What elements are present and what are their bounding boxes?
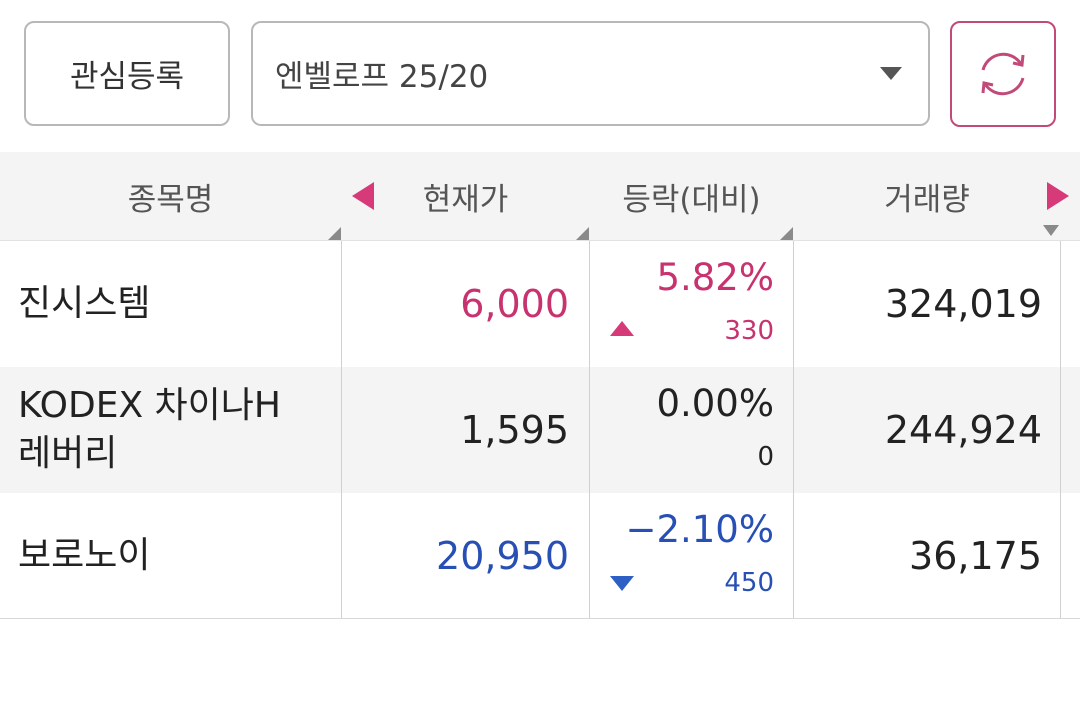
volume-text: 244,924 [884, 408, 1042, 452]
current-price: 20,950 [342, 493, 589, 619]
current-price-text: 6,000 [460, 282, 569, 326]
stock-name: 진시스템 [0, 241, 341, 367]
add-favorite-button[interactable]: 관심등록 [24, 21, 230, 126]
sort-corner-icon [328, 227, 341, 240]
table-row[interactable]: 진시스템 6,000 5.82% 330 324,019 [0, 241, 1080, 367]
volume: 244,924 [794, 367, 1060, 493]
top-toolbar: 관심등록 엔벨로프 25/20 [0, 0, 1080, 150]
header-volume-label: 거래량 [884, 181, 970, 218]
up-triangle-icon [610, 321, 634, 336]
change-cell: 5.82% 330 [590, 241, 793, 367]
volume-text: 324,019 [884, 282, 1042, 326]
volume: 36,175 [794, 493, 1060, 619]
column-divider [589, 241, 590, 618]
header-change[interactable]: 등락(대비) [590, 152, 793, 240]
current-price: 6,000 [342, 241, 589, 367]
scroll-right-arrow-icon[interactable] [1047, 182, 1069, 210]
stock-name-text-line2: 레버리 [18, 433, 118, 474]
watchlist-group-value: 엔벨로프 25/20 [275, 59, 489, 95]
change-amount: 0 [757, 442, 774, 472]
table-header: 종목명 현재가 등락(대비) 거래량 [0, 152, 1080, 241]
change-percent: 5.82% [656, 256, 774, 299]
stock-name: 보로노이 [0, 493, 341, 619]
current-price: 1,595 [342, 367, 589, 493]
column-divider [1060, 241, 1061, 618]
current-price-text: 20,950 [436, 534, 569, 578]
header-price[interactable]: 현재가 [342, 152, 589, 240]
stock-list: 진시스템 6,000 5.82% 330 324,019 KODEX 차이나H … [0, 241, 1080, 619]
header-price-label: 현재가 [422, 181, 509, 218]
change-amount: 330 [724, 316, 774, 346]
change-percent: 0.00% [656, 382, 774, 425]
header-change-label: 등락(대비) [622, 181, 761, 218]
sort-down-icon [1043, 225, 1059, 236]
column-divider [793, 241, 794, 618]
table-row[interactable]: 보로노이 20,950 −2.10% 450 36,175 [0, 493, 1080, 619]
change-cell: −2.10% 450 [590, 493, 793, 619]
header-name[interactable]: 종목명 [0, 152, 341, 240]
header-name-label: 종목명 [127, 181, 214, 218]
column-divider [341, 241, 342, 618]
stock-name-text: 진시스템 [18, 283, 151, 324]
add-favorite-label: 관심등록 [69, 59, 185, 95]
volume: 324,019 [794, 241, 1060, 367]
header-volume[interactable]: 거래량 [794, 152, 1060, 240]
sort-corner-icon [780, 227, 793, 240]
stock-name-text: 보로노이 [18, 535, 151, 576]
stock-name-text: KODEX 차이나H [18, 385, 281, 426]
table-bottom-border [0, 618, 1080, 619]
down-triangle-icon [610, 576, 634, 591]
watchlist-group-select[interactable]: 엔벨로프 25/20 [251, 21, 930, 126]
chevron-down-icon [880, 67, 902, 80]
stock-name: KODEX 차이나H 레버리 [0, 367, 341, 493]
change-cell: 0.00% 0 [590, 367, 793, 493]
refresh-icon [981, 52, 1025, 96]
volume-text: 36,175 [909, 534, 1042, 578]
refresh-button[interactable] [950, 21, 1056, 127]
table-row[interactable]: KODEX 차이나H 레버리 1,595 0.00% 0 244,924 [0, 367, 1080, 493]
sort-corner-icon [576, 227, 589, 240]
current-price-text: 1,595 [460, 408, 569, 452]
change-amount: 450 [724, 568, 774, 598]
change-percent: −2.10% [625, 508, 774, 551]
stock-name-wrap: KODEX 차이나H 레버리 [18, 382, 281, 478]
